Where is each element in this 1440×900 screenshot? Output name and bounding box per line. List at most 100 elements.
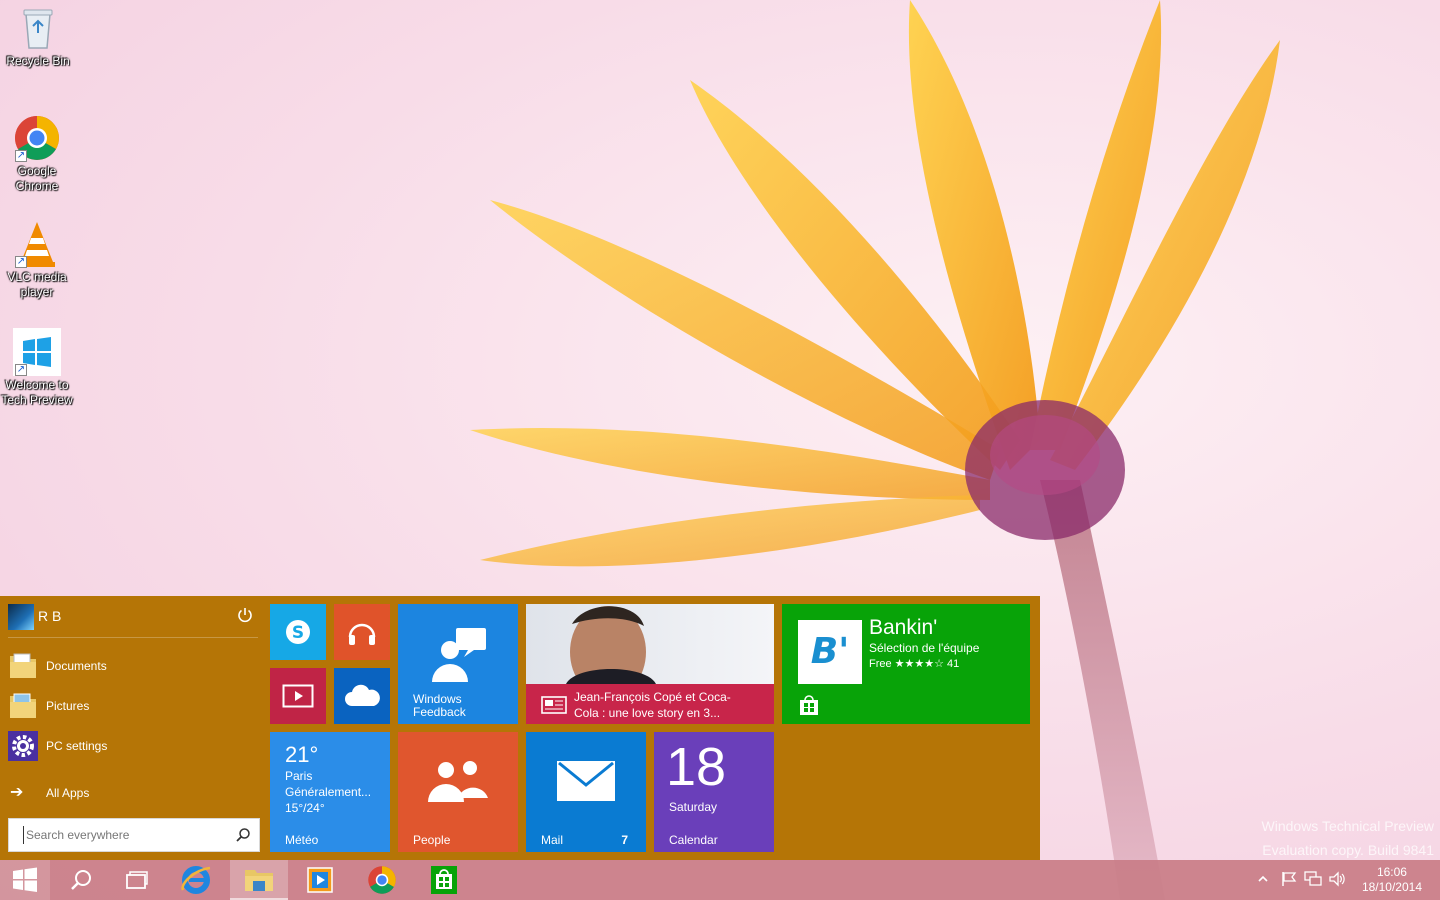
search-icon <box>71 870 91 890</box>
desktop-icon-label: Welcome to Tech Preview <box>1 378 73 407</box>
people-icon <box>428 761 488 802</box>
weather-temp: 21° <box>285 742 319 767</box>
onedrive-cloud-icon <box>345 684 380 706</box>
store-rating: Free ★★★★☆ 41 <box>869 658 960 670</box>
tile-label: Windows Feedback <box>413 692 466 719</box>
vlc-icon: ↗ <box>13 220 61 268</box>
user-account[interactable]: R B <box>6 604 258 630</box>
store-bag-icon <box>800 695 818 715</box>
taskbar-search-button[interactable] <box>56 860 106 900</box>
desktop-icon-welcome-tech-preview[interactable]: ↗ Welcome to Tech Preview <box>0 328 75 408</box>
watermark-line-2: Evaluation copy. Build 9841 <box>1262 842 1434 858</box>
weather-city: Paris <box>285 769 313 783</box>
mail-unread-count: 7 <box>621 833 628 847</box>
tile-people[interactable]: People <box>398 732 518 852</box>
tile-label: People <box>413 833 451 847</box>
start-menu-left-pane: R B Documents Pictures PC settings ➔ All… <box>0 596 262 860</box>
user-name: R B <box>38 608 62 624</box>
settings-gear-icon <box>8 731 38 761</box>
chrome-icon: ↗ <box>13 114 61 162</box>
mail-envelope-icon <box>557 761 615 801</box>
all-apps-button[interactable]: ➔ All Apps <box>8 782 258 804</box>
search-box[interactable] <box>8 818 260 852</box>
taskbar-clock[interactable]: 16:06 18/10/2014 <box>1362 865 1422 895</box>
tile-weather[interactable]: 21° Paris Généralement... 15°/24° Météo <box>270 732 390 852</box>
desktop-icon-vlc[interactable]: ↗ VLC media player <box>0 220 75 300</box>
windows-logo-icon <box>13 867 37 892</box>
action-center-flag-icon[interactable] <box>1280 870 1298 888</box>
volume-icon[interactable] <box>1328 870 1346 888</box>
documents-folder-icon <box>10 653 36 678</box>
taskbar-file-explorer[interactable] <box>230 860 288 900</box>
start-item-pictures[interactable]: Pictures <box>8 689 258 723</box>
headphones-icon <box>348 623 376 645</box>
taskbar-internet-explorer[interactable] <box>168 860 224 900</box>
show-hidden-icons-chevron-icon[interactable] <box>1254 870 1272 888</box>
taskbar-media-player[interactable] <box>292 860 348 900</box>
tile-video[interactable] <box>270 668 326 724</box>
desktop-icon-label: Google Chrome <box>15 164 59 193</box>
tile-mail[interactable]: Mail 7 <box>526 732 646 852</box>
internet-explorer-icon <box>181 866 211 894</box>
taskbar: 16:06 18/10/2014 <box>0 860 1440 900</box>
windows-logo-icon: ↗ <box>13 328 61 376</box>
power-icon[interactable] <box>236 606 254 624</box>
tile-windows-feedback[interactable]: Windows Feedback <box>398 604 518 724</box>
start-item-pc-settings[interactable]: PC settings <box>8 729 258 763</box>
task-view-icon <box>126 871 148 889</box>
store-bag-icon <box>431 866 457 894</box>
tile-label: Météo <box>285 833 319 847</box>
shortcut-arrow-icon: ↗ <box>15 364 27 376</box>
desktop-icon-label: Recycle Bin <box>6 54 70 68</box>
skype-icon: S <box>286 620 310 644</box>
tile-label: Mail <box>541 833 564 847</box>
bankin-logo: B' <box>798 620 862 684</box>
arrow-right-icon: ➔ <box>10 784 24 801</box>
news-headline: Jean-François Copé et Coca- Cola : une l… <box>574 690 731 720</box>
store-subtitle: Sélection de l'équipe <box>869 641 980 655</box>
chrome-icon <box>368 866 396 894</box>
desktop-icon-recycle-bin[interactable]: Recycle Bin <box>0 4 76 69</box>
news-icon <box>541 696 567 714</box>
desktop-icon-label: VLC media player <box>7 270 67 299</box>
news-photo <box>526 604 774 684</box>
feedback-icon <box>432 628 486 682</box>
start-button[interactable] <box>0 860 50 900</box>
tile-music[interactable] <box>334 604 390 660</box>
start-item-label: Pictures <box>46 699 90 713</box>
start-menu: R B Documents Pictures PC settings ➔ All… <box>0 596 1040 860</box>
desktop-icon-google-chrome[interactable]: ↗ Google Chrome <box>0 114 75 194</box>
svg-text:S: S <box>292 623 304 643</box>
tile-calendar[interactable]: 18 Saturday Calendar <box>654 732 774 852</box>
network-icon[interactable] <box>1304 870 1322 888</box>
clock-date: 18/10/2014 <box>1361 880 1422 894</box>
video-icon <box>282 684 314 708</box>
avatar <box>8 604 34 630</box>
search-icon[interactable] <box>235 827 251 843</box>
taskbar-google-chrome[interactable] <box>354 860 410 900</box>
shortcut-arrow-icon: ↗ <box>15 150 27 162</box>
start-item-documents[interactable]: Documents <box>8 649 258 683</box>
store-app-name: Bankin' <box>869 616 938 639</box>
start-item-label: Documents <box>46 659 107 673</box>
task-view-button[interactable] <box>112 860 162 900</box>
watermark-line-1: Windows Technical Preview <box>1261 818 1434 834</box>
calendar-day: 18 <box>666 737 727 797</box>
divider <box>8 637 258 638</box>
file-explorer-icon <box>245 870 273 891</box>
shortcut-arrow-icon: ↗ <box>15 256 27 268</box>
tile-label: Calendar <box>669 833 718 847</box>
start-item-label: PC settings <box>46 739 108 753</box>
pictures-folder-icon <box>10 693 36 718</box>
weather-range: 15°/24° <box>285 801 325 815</box>
weather-condition: Généralement... <box>285 785 372 799</box>
tile-store-bankin[interactable]: B' Bankin' Sélection de l'équipe Free ★★… <box>782 604 1030 724</box>
recycle-bin-icon <box>14 4 62 52</box>
media-player-icon <box>307 867 333 893</box>
tile-news[interactable]: Jean-François Copé et Coca- Cola : une l… <box>526 604 774 724</box>
search-input[interactable] <box>23 826 223 844</box>
taskbar-store[interactable] <box>416 860 472 900</box>
tile-onedrive[interactable] <box>334 668 390 724</box>
tile-skype[interactable]: S <box>270 604 326 660</box>
clock-time: 16:06 <box>1376 865 1407 879</box>
